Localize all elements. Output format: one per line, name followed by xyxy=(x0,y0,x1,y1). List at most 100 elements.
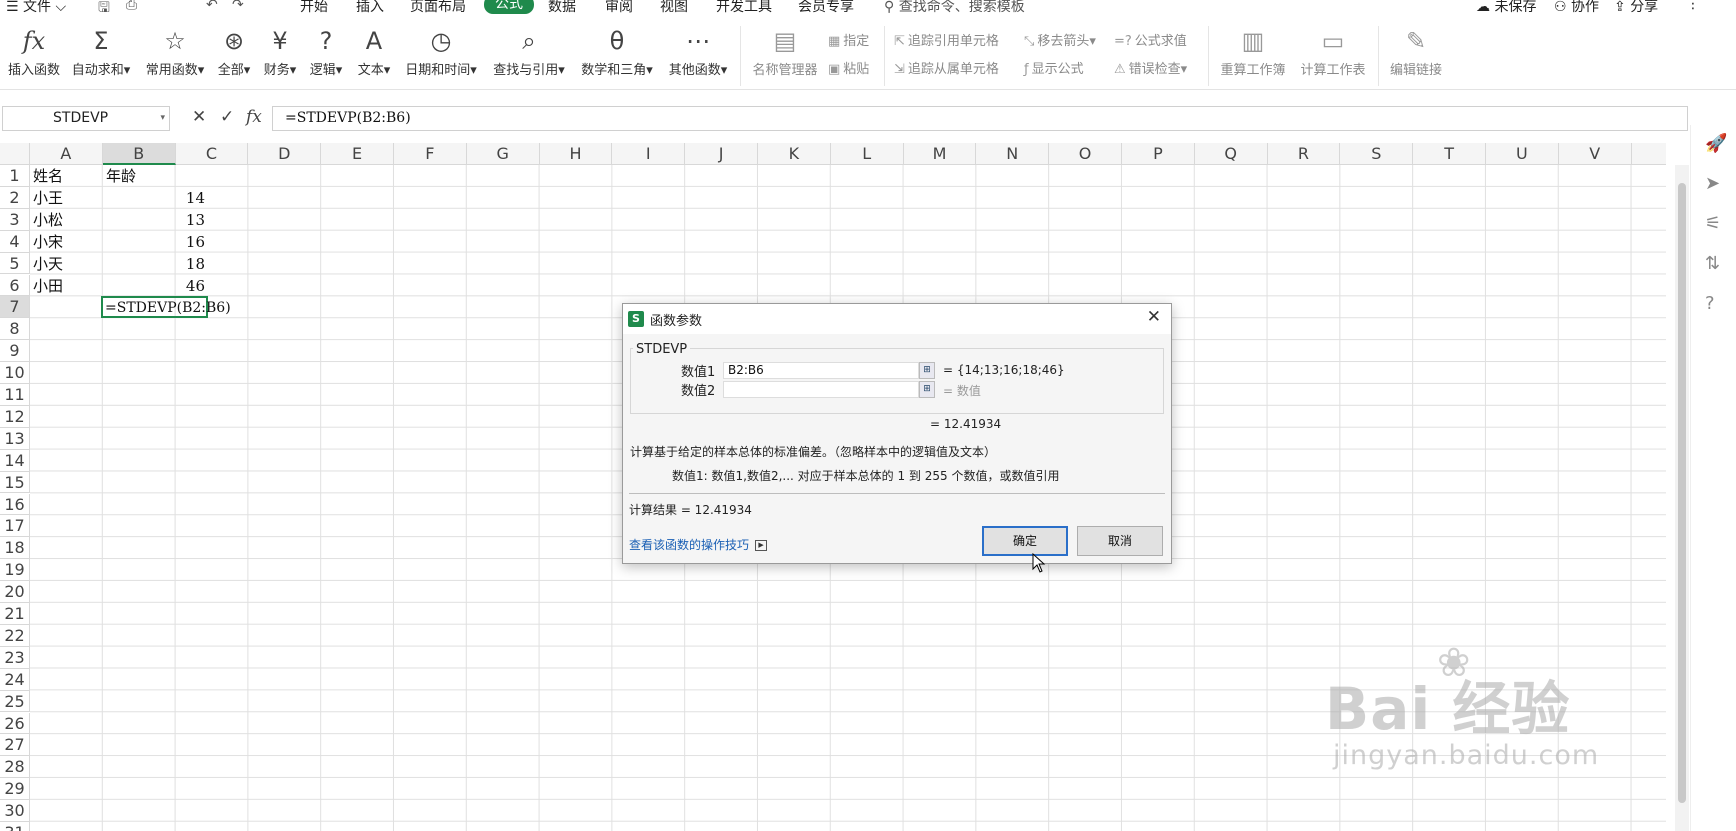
help-link[interactable]: 查看该函数的操作技巧 ▶ xyxy=(629,536,768,553)
column-header-g[interactable]: G xyxy=(467,143,540,165)
confirm-icon[interactable]: ✓ xyxy=(220,107,234,127)
file-menu[interactable]: ☰ 文件 ⌵ xyxy=(6,0,66,14)
row-header-7[interactable]: 7 xyxy=(0,296,30,319)
recalc-workbook-button[interactable]: ▥ 重算工作簿 xyxy=(1218,26,1288,78)
tab-formula[interactable]: 公式 xyxy=(484,0,534,14)
chevron-down-icon[interactable]: ▾ xyxy=(160,107,165,130)
ok-button[interactable]: 确定 xyxy=(982,526,1068,556)
row-header-10[interactable]: 10 xyxy=(0,362,30,384)
column-header-t[interactable]: T xyxy=(1413,143,1486,165)
lookup-button[interactable]: ⌕ 查找与引用▾ xyxy=(490,26,568,78)
pointer-icon[interactable]: ➤ xyxy=(1705,173,1720,194)
cell-b4[interactable]: 16 xyxy=(102,232,205,253)
select-all-corner[interactable] xyxy=(0,143,30,165)
row-header-3[interactable]: 3 xyxy=(0,208,30,231)
trace-precedents-button[interactable]: ⇱ 追踪引用单元格 xyxy=(894,30,999,49)
row-header-11[interactable]: 11 xyxy=(0,384,30,406)
row-header-5[interactable]: 5 xyxy=(0,252,30,275)
fx-icon[interactable]: fx xyxy=(246,107,262,127)
row-header-4[interactable]: 4 xyxy=(0,230,30,253)
text-functions-button[interactable]: A 文本▾ xyxy=(354,26,394,78)
row-header-31[interactable]: 31 xyxy=(0,822,30,831)
column-header-e[interactable]: E xyxy=(321,143,394,165)
column-header-l[interactable]: L xyxy=(831,143,904,165)
cell-b1[interactable]: 年龄 xyxy=(106,166,136,187)
row-header-17[interactable]: 17 xyxy=(0,515,30,538)
column-header-n[interactable]: N xyxy=(976,143,1050,165)
column-header-c[interactable]: C xyxy=(176,143,249,165)
row-header-24[interactable]: 24 xyxy=(0,668,30,691)
cell-b3[interactable]: 13 xyxy=(102,210,205,231)
row-header-19[interactable]: 19 xyxy=(0,559,30,582)
column-header-d[interactable]: D xyxy=(248,143,322,165)
column-header-i[interactable]: I xyxy=(612,143,686,165)
param2-input[interactable] xyxy=(723,381,919,398)
column-header-u[interactable]: U xyxy=(1486,143,1559,165)
trace-dependents-button[interactable]: ⇲ 追踪从属单元格 xyxy=(894,58,999,77)
row-header-22[interactable]: 22 xyxy=(0,624,30,647)
calc-sheet-button[interactable]: ▭ 计算工作表 xyxy=(1296,26,1370,78)
tab-data[interactable]: 数据 xyxy=(548,0,576,14)
print-icon[interactable]: ⎙ xyxy=(126,0,137,13)
row-header-28[interactable]: 28 xyxy=(0,756,30,779)
cell-b6[interactable]: 46 xyxy=(102,276,205,297)
more-icon[interactable]: ⋮ xyxy=(1686,0,1700,12)
insert-function-button[interactable]: fx 插入函数 xyxy=(4,26,64,78)
common-functions-button[interactable]: ☆ 常用函数▾ xyxy=(142,26,208,78)
other-functions-button[interactable]: ⋯ 其他函数▾ xyxy=(664,26,732,78)
dialog-titlebar[interactable]: S 函数参数 ✕ xyxy=(623,304,1171,334)
specify-button[interactable]: ▦ 指定 xyxy=(828,30,869,49)
range-select-icon[interactable]: ⊞ xyxy=(919,381,935,398)
tab-insert[interactable]: 插入 xyxy=(356,0,384,14)
command-search[interactable]: ⚲ 查找命令、搜索模板 xyxy=(884,0,1025,14)
cell-b5[interactable]: 18 xyxy=(102,254,205,275)
cell-a4[interactable]: 小宋 xyxy=(33,232,63,253)
column-header-f[interactable]: F xyxy=(394,143,467,165)
sliders-icon[interactable]: ⚟ xyxy=(1705,213,1721,234)
column-header-r[interactable]: R xyxy=(1268,143,1341,165)
redo-icon[interactable]: ↷ xyxy=(232,0,244,13)
show-formulas-button[interactable]: ƒ 显示公式 xyxy=(1024,58,1084,77)
formula-input[interactable]: =STDEVP(B2:B6) xyxy=(272,106,1688,131)
cell-a2[interactable]: 小王 xyxy=(33,188,63,209)
column-header-k[interactable]: K xyxy=(758,143,831,165)
row-header-13[interactable]: 13 xyxy=(0,427,30,450)
column-header-s[interactable]: S xyxy=(1340,143,1414,165)
unsaved-status[interactable]: ☁ 未保存 xyxy=(1476,0,1536,14)
tab-page-layout[interactable]: 页面布局 xyxy=(410,0,466,14)
column-header-q[interactable]: Q xyxy=(1195,143,1268,165)
vertical-scrollbar[interactable] xyxy=(1675,165,1689,831)
row-header-8[interactable]: 8 xyxy=(0,318,30,341)
range-select-icon[interactable]: ⊞ xyxy=(919,362,935,379)
name-manager-button[interactable]: ▤ 名称管理器 xyxy=(750,26,820,78)
evaluate-formula-button[interactable]: =? 公式求值 xyxy=(1114,30,1187,49)
row-header-29[interactable]: 29 xyxy=(0,778,30,801)
cell-a1[interactable]: 姓名 xyxy=(33,166,63,187)
cell-a6[interactable]: 小田 xyxy=(33,276,63,297)
cell-b2[interactable]: 14 xyxy=(102,188,205,209)
tab-home[interactable]: 开始 xyxy=(300,0,328,14)
row-header-27[interactable]: 27 xyxy=(0,734,30,757)
cell-b7-formula[interactable]: =STDEVP(B2:B6) xyxy=(105,298,231,319)
column-header-o[interactable]: O xyxy=(1049,143,1122,165)
tab-view[interactable]: 视图 xyxy=(660,0,688,14)
row-header-2[interactable]: 2 xyxy=(0,186,30,209)
row-header-9[interactable]: 9 xyxy=(0,340,30,363)
column-header-a[interactable]: A xyxy=(30,143,103,165)
cancel-icon[interactable]: ✕ xyxy=(192,107,206,127)
edit-links-button[interactable]: ✎ 编辑链接 xyxy=(1386,26,1446,78)
row-header-15[interactable]: 15 xyxy=(0,471,30,494)
row-header-26[interactable]: 26 xyxy=(0,712,30,735)
all-functions-button[interactable]: ⊛ 全部▾ xyxy=(214,26,254,78)
transfer-icon[interactable]: ⇅ xyxy=(1705,253,1720,274)
row-header-30[interactable]: 30 xyxy=(0,800,30,822)
name-box[interactable]: STDEVP ▾ xyxy=(2,106,170,131)
column-header-j[interactable]: J xyxy=(685,143,758,165)
row-header-6[interactable]: 6 xyxy=(0,274,30,297)
tab-review[interactable]: 审阅 xyxy=(605,0,633,14)
finance-button[interactable]: ¥ 财务▾ xyxy=(260,26,300,78)
math-button[interactable]: θ 数学和三角▾ xyxy=(578,26,656,78)
column-header-h[interactable]: H xyxy=(540,143,613,165)
row-header-25[interactable]: 25 xyxy=(0,690,30,713)
column-header-b[interactable]: B xyxy=(102,143,176,165)
